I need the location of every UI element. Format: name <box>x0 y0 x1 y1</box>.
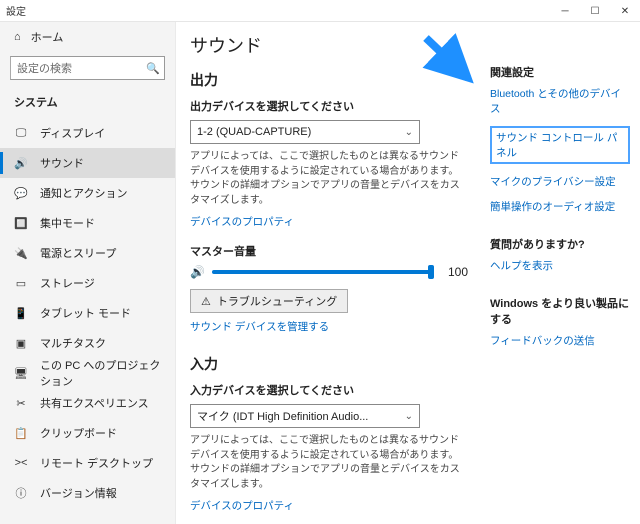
sidebar-item-label: 集中モード <box>40 215 95 231</box>
sidebar-item-label: サウンド <box>40 155 84 171</box>
sidebar-item-about[interactable]: ⓘ バージョン情報 <box>0 478 175 508</box>
chevron-down-icon: ⌄ <box>405 411 413 422</box>
sidebar-item-multitask[interactable]: ▣ マルチタスク <box>0 328 175 358</box>
sidebar-item-label: リモート デスクトップ <box>40 455 153 471</box>
sidebar-item-label: この PC へのプロジェクション <box>40 357 161 389</box>
sidebar-item-label: クリップボード <box>40 425 117 441</box>
speaker-icon[interactable]: 🔊 <box>190 265 204 279</box>
sidebar-item-label: 電源とスリープ <box>40 245 116 261</box>
sidebar-item-label: ストレージ <box>40 275 95 291</box>
output-device-value: 1-2 (QUAD-CAPTURE) <box>197 126 311 138</box>
sidebar-item-label: マルチタスク <box>40 335 106 351</box>
home-button[interactable]: ⌂ ホーム <box>0 22 175 52</box>
projecting-icon: 🖥 <box>14 366 28 380</box>
tablet-icon: 📱 <box>14 306 28 320</box>
input-description: アプリによっては、ここで選択したものとは異なるサウンド デバイスを使用するように… <box>190 434 468 492</box>
multitask-icon: ▣ <box>14 336 28 350</box>
input-heading: 入力 <box>190 354 468 374</box>
storage-icon: ▭ <box>14 276 28 290</box>
link-give-feedback[interactable]: フィードバックの送信 <box>490 333 630 348</box>
input-select-label: 入力デバイスを選択してください <box>190 382 468 398</box>
manage-output-devices-link[interactable]: サウンド デバイスを管理する <box>190 319 329 334</box>
shared-exp-icon: ✂ <box>14 396 28 410</box>
help-heading: 質問がありますか? <box>490 236 630 252</box>
sidebar-item-tablet-mode[interactable]: 📱 タブレット モード <box>0 298 175 328</box>
notifications-icon: 💬 <box>14 186 28 200</box>
close-button[interactable]: ✕ <box>610 0 640 22</box>
sidebar-item-label: ディスプレイ <box>40 125 105 141</box>
link-ease-of-access-audio[interactable]: 簡単操作のオーディオ設定 <box>490 199 630 214</box>
sidebar-item-clipboard[interactable]: 📋 クリップボード <box>0 418 175 448</box>
sidebar-item-display[interactable]: 🖵 ディスプレイ <box>0 118 175 148</box>
output-description: アプリによっては、ここで選択したものとは異なるサウンド デバイスを使用するように… <box>190 150 468 208</box>
home-icon: ⌂ <box>14 31 21 43</box>
page-title: サウンド <box>190 32 468 58</box>
minimize-button[interactable]: ─ <box>550 0 580 22</box>
output-device-properties-link[interactable]: デバイスのプロパティ <box>190 214 294 229</box>
focus-assist-icon: 🔲 <box>14 216 28 230</box>
sidebar-group-header: システム <box>0 90 175 118</box>
home-label: ホーム <box>31 29 64 45</box>
sidebar-item-label: 共有エクスペリエンス <box>40 395 149 411</box>
master-volume-label: マスター音量 <box>190 243 468 259</box>
search-icon: 🔍 <box>146 62 160 75</box>
related-settings-heading: 関連設定 <box>490 64 630 80</box>
sidebar-item-projecting[interactable]: 🖥 この PC へのプロジェクション <box>0 358 175 388</box>
power-icon: 🔌 <box>14 246 28 260</box>
input-device-value: マイク (IDT High Definition Audio... <box>197 408 368 424</box>
remote-desktop-icon: >< <box>14 456 28 470</box>
troubleshoot-label: トラブルシューティング <box>217 293 337 309</box>
sidebar-item-shared-exp[interactable]: ✂ 共有エクスペリエンス <box>0 388 175 418</box>
sidebar-item-notifications[interactable]: 💬 通知とアクション <box>0 178 175 208</box>
feedback-heading: Windows をより良い製品にする <box>490 295 630 327</box>
about-icon: ⓘ <box>14 486 28 500</box>
sidebar-item-power[interactable]: 🔌 電源とスリープ <box>0 238 175 268</box>
warning-icon: ⚠ <box>201 295 211 308</box>
link-mic-privacy[interactable]: マイクのプライバシー設定 <box>490 174 630 189</box>
sidebar-item-sound[interactable]: 🔊 サウンド <box>0 148 175 178</box>
output-device-select[interactable]: 1-2 (QUAD-CAPTURE) ⌄ <box>190 120 420 144</box>
chevron-down-icon: ⌄ <box>405 127 413 138</box>
master-volume-slider[interactable] <box>212 270 430 274</box>
related-settings-pane: 関連設定 Bluetooth とその他のデバイス サウンド コントロール パネル… <box>490 62 630 358</box>
maximize-button[interactable]: ☐ <box>580 0 610 22</box>
clipboard-icon: 📋 <box>14 426 28 440</box>
master-volume-value: 100 <box>438 265 468 279</box>
sidebar-item-label: バージョン情報 <box>40 485 117 501</box>
output-troubleshoot-button[interactable]: ⚠ トラブルシューティング <box>190 289 348 313</box>
input-device-properties-link[interactable]: デバイスのプロパティ <box>190 498 294 513</box>
input-device-select[interactable]: マイク (IDT High Definition Audio... ⌄ <box>190 404 420 428</box>
output-select-label: 出力デバイスを選択してください <box>190 98 468 114</box>
sidebar-item-label: タブレット モード <box>40 305 131 321</box>
sidebar-item-label: 通知とアクション <box>40 185 127 201</box>
sidebar-item-focus-assist[interactable]: 🔲 集中モード <box>0 208 175 238</box>
window-title: 設定 <box>6 3 26 18</box>
settings-sidebar: ⌂ ホーム 設定の検索 🔍 システム 🖵 ディスプレイ 🔊 サウンド 💬 通知と… <box>0 22 176 524</box>
output-heading: 出力 <box>190 70 468 90</box>
link-sound-control-panel[interactable]: サウンド コントロール パネル <box>490 126 630 164</box>
search-placeholder: 設定の検索 <box>17 60 146 76</box>
search-input[interactable]: 設定の検索 🔍 <box>10 56 165 80</box>
display-icon: 🖵 <box>14 126 28 140</box>
sidebar-item-remote-desktop[interactable]: >< リモート デスクトップ <box>0 448 175 478</box>
sidebar-item-storage[interactable]: ▭ ストレージ <box>0 268 175 298</box>
link-bluetooth-devices[interactable]: Bluetooth とその他のデバイス <box>490 86 630 116</box>
link-get-help[interactable]: ヘルプを表示 <box>490 258 630 273</box>
sound-icon: 🔊 <box>14 156 28 170</box>
